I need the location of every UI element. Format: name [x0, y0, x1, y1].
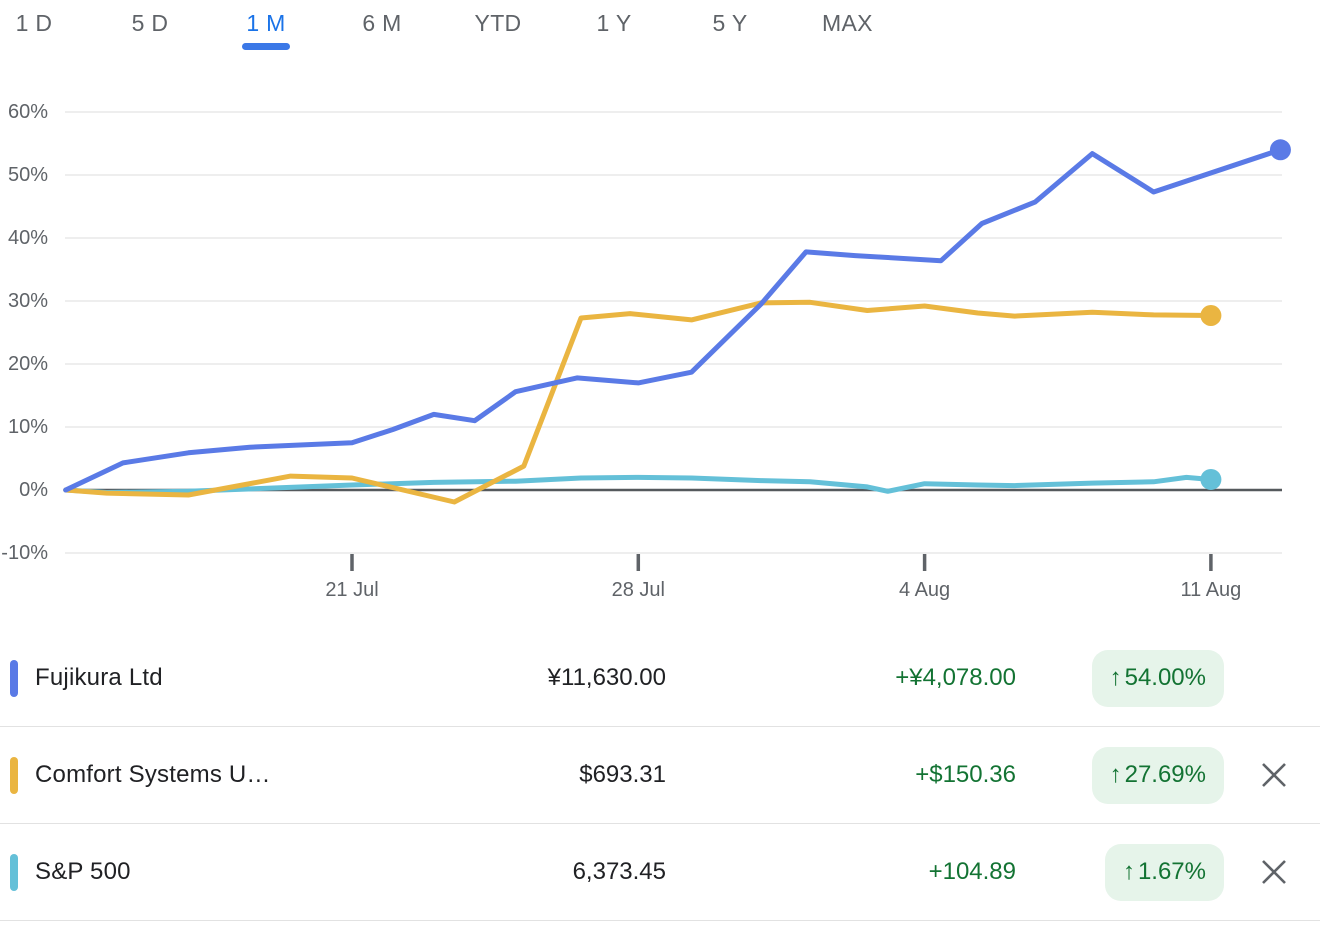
tab-1m-active[interactable]: 1 M — [242, 8, 290, 50]
tab-ytd[interactable]: YTD — [474, 8, 522, 50]
tab-underline — [706, 43, 754, 50]
security-name-cell[interactable]: Fujikura Ltd — [0, 659, 346, 697]
series-end-dot — [1200, 304, 1222, 326]
series-color-marker — [10, 659, 18, 697]
tab-label: 1 Y — [596, 10, 632, 36]
badge-cell: ↑ 27.69% — [1091, 746, 1246, 804]
security-name-cell[interactable]: Comfort Systems U… — [0, 756, 346, 794]
y-axis-label: 0% — [19, 479, 48, 501]
time-range-tabs: 1 D 5 D 1 M 6 M YTD 1 Y 5 Y MAX — [10, 8, 873, 50]
badge-cell: ↑ 54.00% — [1091, 649, 1246, 707]
tab-6m[interactable]: 6 M — [358, 8, 406, 50]
tab-label: 1 M — [246, 10, 286, 36]
tab-underline — [10, 43, 58, 50]
series-end-dot — [1200, 468, 1222, 490]
tab-5y[interactable]: 5 Y — [706, 8, 754, 50]
badge-percent: 27.69% — [1124, 761, 1206, 788]
y-axis-label: 20% — [7, 353, 48, 375]
tab-label: YTD — [474, 10, 522, 36]
legend-row-sp500[interactable]: S&P 500 6,373.45 +104.89 ↑ 1.67% — [0, 824, 1320, 921]
security-price: ¥11,630.00 — [547, 664, 666, 691]
tab-underline — [126, 43, 174, 50]
active-tab-underline — [242, 43, 290, 50]
series-color-marker — [10, 756, 18, 794]
quote-legend: Fujikura Ltd ¥11,630.00 +¥4,078.00 ↑ 54.… — [0, 630, 1320, 921]
tab-label: 5 D — [131, 10, 169, 36]
y-axis-label: 50% — [7, 164, 48, 186]
security-change: +$150.36 — [915, 761, 1016, 788]
tab-label: 1 D — [15, 10, 53, 36]
badge-percent: 1.67% — [1137, 858, 1206, 885]
security-price: $693.31 — [579, 761, 666, 788]
tab-underline — [358, 43, 406, 50]
series-color-marker — [10, 853, 18, 891]
tab-5d[interactable]: 5 D — [126, 8, 174, 50]
up-arrow-icon: ↑ — [1122, 858, 1135, 885]
badge-cell: ↑ 1.67% — [1104, 843, 1246, 901]
tab-label: 5 Y — [712, 10, 748, 36]
security-name: Comfort Systems U… — [35, 761, 271, 788]
legend-row-fujikura[interactable]: Fujikura Ltd ¥11,630.00 +¥4,078.00 ↑ 54.… — [0, 630, 1320, 727]
security-price: 6,373.45 — [572, 858, 666, 885]
tab-underline — [590, 43, 638, 50]
up-arrow-icon: ↑ — [1109, 664, 1122, 691]
tab-label: 6 M — [362, 10, 402, 36]
remove-comparison-button[interactable] — [1260, 858, 1288, 886]
security-name-cell[interactable]: S&P 500 — [0, 853, 346, 891]
tab-1d[interactable]: 1 D — [10, 8, 58, 50]
tab-1y[interactable]: 1 Y — [590, 8, 638, 50]
y-axis-label: 40% — [7, 227, 48, 249]
y-axis-label: 60% — [7, 101, 48, 123]
percent-change-badge: ↑ 54.00% — [1091, 649, 1224, 707]
tab-label: MAX — [822, 10, 873, 36]
x-axis-label: 11 Aug — [1180, 579, 1242, 601]
comparison-chart-canvas[interactable] — [0, 0, 1344, 625]
security-name: Fujikura Ltd — [35, 664, 163, 691]
stock-comparison-page: 1 D 5 D 1 M 6 M YTD 1 Y 5 Y MAX Fujikura… — [0, 0, 1344, 934]
x-axis-label: 4 Aug — [899, 579, 951, 601]
close-icon — [1262, 860, 1286, 884]
y-axis-label: -10% — [1, 542, 48, 564]
tab-max[interactable]: MAX — [822, 8, 873, 50]
series-line-comfort-systems-u- — [63, 299, 1214, 505]
security-change: +¥4,078.00 — [895, 664, 1016, 691]
close-icon — [1262, 763, 1286, 787]
y-axis-label: 30% — [7, 290, 48, 312]
badge-percent: 54.00% — [1124, 664, 1206, 691]
security-name: S&P 500 — [35, 858, 131, 885]
close-cell — [1246, 858, 1320, 886]
security-change: +104.89 — [928, 858, 1016, 885]
percent-change-badge: ↑ 27.69% — [1091, 746, 1224, 804]
up-arrow-icon: ↑ — [1109, 761, 1122, 788]
close-cell — [1246, 761, 1320, 789]
x-axis-label: 21 Jul — [325, 579, 379, 601]
series-end-dot — [1269, 139, 1291, 161]
tab-underline — [474, 43, 522, 50]
remove-comparison-button[interactable] — [1260, 761, 1288, 789]
legend-row-comfort-systems[interactable]: Comfort Systems U… $693.31 +$150.36 ↑ 27… — [0, 727, 1320, 824]
x-axis-label: 28 Jul — [611, 579, 665, 601]
y-axis-label: 10% — [7, 416, 48, 438]
tab-underline — [823, 43, 871, 50]
percent-change-badge: ↑ 1.67% — [1104, 843, 1224, 901]
